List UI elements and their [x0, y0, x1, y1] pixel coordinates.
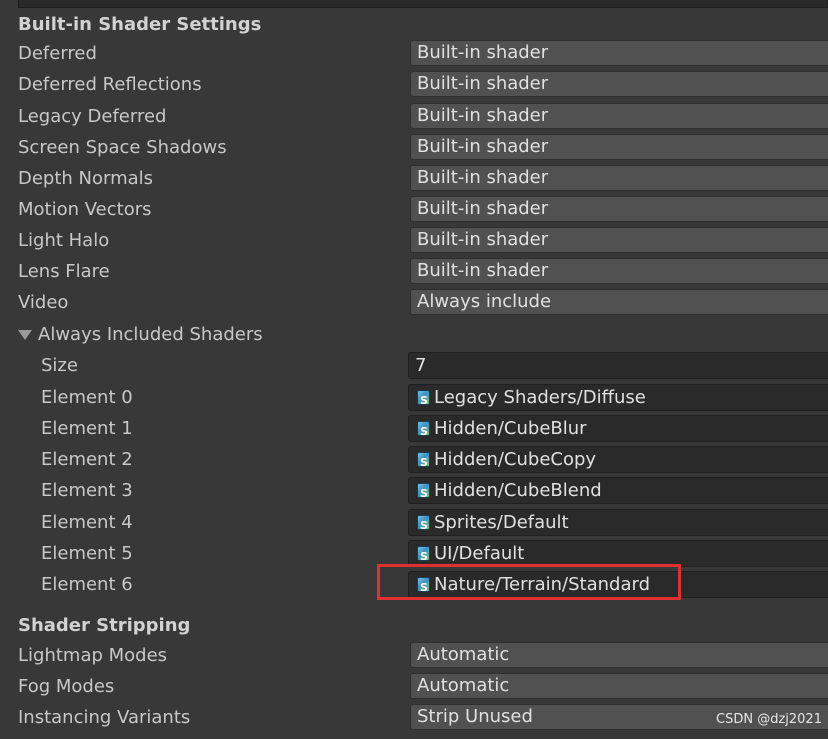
instancing-variants-row: Instancing Variants Strip Unused	[0, 702, 828, 733]
lens-flare-dropdown[interactable]: Built-in shader	[410, 258, 828, 284]
size-label: Size	[41, 355, 78, 376]
stripping-header-row: Shader Stripping	[0, 610, 828, 641]
element-label: Element 3	[41, 480, 133, 501]
deferred-dropdown[interactable]: Built-in shader	[410, 40, 828, 66]
video-label: Video	[18, 292, 69, 313]
shader-name: Hidden/CubeBlend	[434, 480, 602, 501]
fog-modes-row: Fog Modes Automatic	[0, 671, 828, 702]
shader-icon	[417, 450, 430, 472]
video-dropdown[interactable]: Always include	[410, 289, 828, 315]
foldout-arrow-icon[interactable]	[18, 330, 32, 340]
highlight-annotation-box	[377, 564, 681, 600]
instancing-variants-label: Instancing Variants	[18, 707, 191, 728]
shader-name: UI/Default	[434, 543, 525, 564]
element-label: Element 2	[41, 449, 133, 470]
deferred-reflections-row: Deferred Reflections Built-in shader	[0, 69, 828, 100]
deferred-reflections-dropdown[interactable]: Built-in shader	[410, 71, 828, 97]
shader-object-field[interactable]: Hidden/CubeBlur	[408, 415, 828, 442]
shader-object-field[interactable]: Hidden/CubeCopy	[408, 446, 828, 473]
shader-object-field[interactable]: Legacy Shaders/Diffuse	[408, 384, 828, 411]
size-row: Size 7	[0, 350, 828, 381]
shader-icon	[417, 388, 430, 410]
shader-icon	[417, 513, 430, 535]
shader-object-field[interactable]: Sprites/Default	[408, 509, 828, 536]
fog-modes-dropdown[interactable]: Automatic	[410, 673, 828, 699]
shader-icon	[417, 419, 430, 441]
screen-space-shadows-row: Screen Space Shadows Built-in shader	[0, 132, 828, 163]
element-row: Element 0 Legacy Shaders/Diffuse	[0, 382, 828, 413]
deferred-label: Deferred	[18, 43, 97, 64]
motion-vectors-dropdown[interactable]: Built-in shader	[410, 196, 828, 222]
shader-object-field[interactable]: Hidden/CubeBlend	[408, 477, 828, 504]
element-label: Element 0	[41, 387, 133, 408]
element-row: Element 1 Hidden/CubeBlur	[0, 413, 828, 444]
shader-name: Hidden/CubeCopy	[434, 449, 597, 470]
lens-flare-label: Lens Flare	[18, 261, 110, 282]
screen-space-shadows-dropdown[interactable]: Built-in shader	[410, 134, 828, 160]
light-halo-dropdown[interactable]: Built-in shader	[410, 227, 828, 253]
element-label: Element 5	[41, 543, 133, 564]
always-included-label: Always Included Shaders	[38, 324, 263, 345]
lightmap-modes-label: Lightmap Modes	[18, 645, 168, 666]
element-row: Element 2 Hidden/CubeCopy	[0, 444, 828, 475]
always-included-foldout[interactable]: Always Included Shaders	[0, 319, 828, 350]
light-halo-row: Light Halo Built-in shader	[0, 225, 828, 256]
fog-modes-label: Fog Modes	[18, 676, 115, 697]
size-input[interactable]: 7	[408, 352, 828, 379]
shader-name: Hidden/CubeBlur	[434, 418, 587, 439]
deferred-row: Deferred Built-in shader	[0, 38, 828, 69]
element-label: Element 1	[41, 418, 133, 439]
lens-flare-row: Lens Flare Built-in shader	[0, 256, 828, 287]
section-title-stripping: Shader Stripping	[18, 615, 191, 636]
legacy-deferred-dropdown[interactable]: Built-in shader	[410, 103, 828, 129]
motion-vectors-label: Motion Vectors	[18, 199, 152, 220]
builtin-header-row: Built-in Shader Settings	[0, 9, 828, 40]
element-label: Element 6	[41, 574, 133, 595]
video-row: Video Always include	[0, 287, 828, 318]
depth-normals-dropdown[interactable]: Built-in shader	[410, 165, 828, 191]
shader-name: Sprites/Default	[434, 512, 569, 533]
lightmap-modes-row: Lightmap Modes Automatic	[0, 640, 828, 671]
deferred-reflections-label: Deferred Reflections	[18, 74, 202, 95]
shader-icon	[417, 481, 430, 503]
section-title-builtin: Built-in Shader Settings	[18, 14, 262, 35]
watermark-text: CSDN @dzj2021	[716, 712, 822, 727]
element-row: Element 3 Hidden/CubeBlend	[0, 475, 828, 506]
light-halo-label: Light Halo	[18, 230, 110, 251]
shader-name: Legacy Shaders/Diffuse	[434, 387, 646, 408]
legacy-deferred-row: Legacy Deferred Built-in shader	[0, 101, 828, 132]
shader-icon	[417, 544, 430, 566]
previous-field-edge	[18, 0, 828, 8]
shader-object-field[interactable]: UI/Default	[408, 540, 828, 567]
depth-normals-row: Depth Normals Built-in shader	[0, 163, 828, 194]
legacy-deferred-label: Legacy Deferred	[18, 106, 167, 127]
screen-space-shadows-label: Screen Space Shadows	[18, 137, 227, 158]
depth-normals-label: Depth Normals	[18, 168, 154, 189]
lightmap-modes-dropdown[interactable]: Automatic	[410, 642, 828, 668]
element-row: Element 4 Sprites/Default	[0, 507, 828, 538]
element-label: Element 4	[41, 512, 133, 533]
motion-vectors-row: Motion Vectors Built-in shader	[0, 194, 828, 225]
